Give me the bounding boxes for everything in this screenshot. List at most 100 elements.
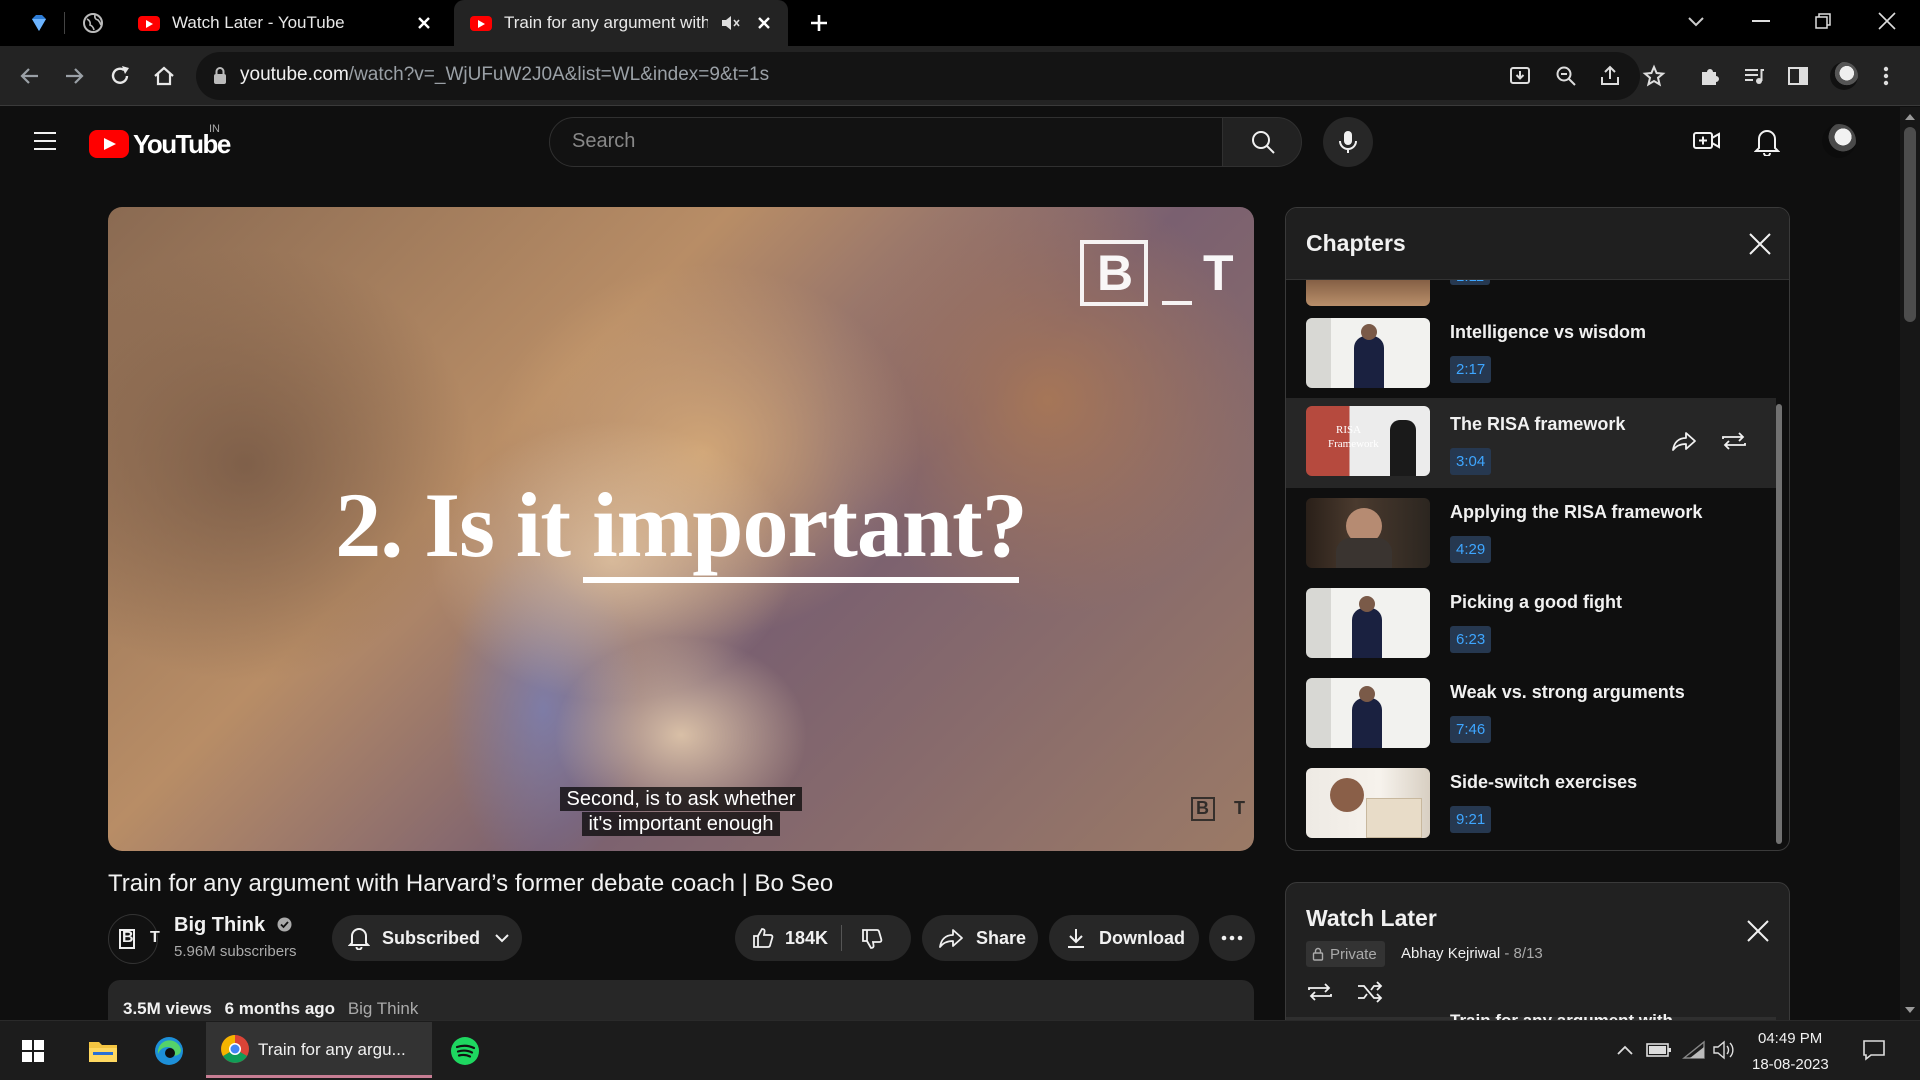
- close-tab-icon[interactable]: [414, 13, 434, 33]
- chapter-timestamp: 9:21: [1450, 806, 1492, 833]
- chapter-thumbnail: RISA Framework: [1306, 406, 1430, 476]
- minimize-icon[interactable]: [1752, 20, 1770, 22]
- battery-icon[interactable]: [1646, 1042, 1672, 1058]
- volume-icon[interactable]: [1712, 1040, 1736, 1060]
- bookmark-star-icon[interactable]: [1642, 64, 1666, 88]
- tab-search-chevron-icon[interactable]: [1686, 14, 1706, 30]
- youtube-logo[interactable]: YouTube IN: [89, 123, 249, 159]
- profile-avatar-icon[interactable]: [1830, 62, 1858, 90]
- tab-watch-later[interactable]: Watch Later - YouTube: [126, 0, 448, 46]
- channel-name[interactable]: Big Think: [174, 914, 292, 937]
- windows-start-icon[interactable]: [22, 1040, 44, 1062]
- view-count: 3.5M views: [123, 999, 212, 1018]
- share-page-icon[interactable]: [1598, 64, 1622, 88]
- create-video-icon[interactable]: [1692, 128, 1722, 154]
- chapter-item[interactable]: Weak vs. strong arguments 7:46: [1286, 674, 1776, 762]
- bigthink-watermark-large: B T: [1080, 240, 1234, 308]
- chapter-thumbnail: [1306, 678, 1430, 748]
- close-playlist-icon[interactable]: [1746, 919, 1770, 943]
- notification-center-icon[interactable]: [1862, 1038, 1886, 1062]
- subscribed-button[interactable]: Subscribed: [332, 915, 522, 961]
- download-label: Download: [1099, 927, 1185, 948]
- chapter-item[interactable]: Side-switch exercises 9:21: [1286, 764, 1776, 850]
- more-actions-button[interactable]: [1209, 915, 1255, 961]
- voice-search-button[interactable]: [1323, 117, 1373, 167]
- chapter-title: Applying the RISA framework: [1450, 502, 1703, 522]
- like-button[interactable]: 184K: [735, 915, 841, 961]
- zoom-icon[interactable]: [1554, 64, 1578, 88]
- download-button[interactable]: Download: [1049, 915, 1199, 961]
- restore-icon[interactable]: [1814, 12, 1832, 30]
- shuffle-icon[interactable]: [1356, 981, 1384, 1003]
- url-path: /watch?v=_WjUFuW2J0A&list=WL&index=9&t=1…: [348, 64, 770, 85]
- file-explorer-icon[interactable]: [88, 1038, 118, 1064]
- dislike-button[interactable]: [842, 915, 884, 961]
- close-chapters-icon[interactable]: [1748, 232, 1772, 256]
- page-scrollbar-thumb[interactable]: [1904, 127, 1916, 322]
- playlist-owner[interactable]: Abhay Kejriwal: [1401, 945, 1500, 962]
- chapter-item[interactable]: Intelligence vs wisdom 2:17: [1286, 314, 1776, 402]
- browser-tab-strip: Watch Later - YouTube Train for any argu…: [0, 0, 1920, 46]
- search-icon: [1252, 131, 1275, 154]
- lock-icon: [1312, 947, 1324, 961]
- share-chapter-icon[interactable]: [1671, 430, 1697, 452]
- tab-current-video[interactable]: Train for any argument with H: [454, 0, 788, 46]
- spotify-icon[interactable]: [450, 1036, 480, 1066]
- search-input[interactable]: [572, 130, 1192, 153]
- tab-label: Train for any argument with H: [504, 13, 708, 32]
- verified-badge-icon: [277, 917, 292, 932]
- edge-browser-icon[interactable]: [154, 1036, 184, 1066]
- media-control-icon[interactable]: [1742, 64, 1766, 88]
- chapters-scrollbar[interactable]: [1776, 404, 1782, 844]
- chapter-item[interactable]: Applying the RISA framework 4:29: [1286, 494, 1776, 582]
- search-button[interactable]: [1222, 117, 1302, 167]
- channel-avatar-text: B T: [122, 929, 166, 946]
- like-count: 184K: [785, 927, 829, 948]
- chrome-menu-icon[interactable]: [1882, 64, 1890, 88]
- share-button[interactable]: Share: [922, 915, 1038, 961]
- description-tag[interactable]: Big Think: [348, 999, 419, 1018]
- close-window-icon[interactable]: [1876, 10, 1898, 32]
- account-avatar[interactable]: [1822, 124, 1856, 158]
- bigthink-watermark-small: B T: [1191, 797, 1245, 823]
- chapter-thumbnail: [1306, 498, 1430, 568]
- reload-icon[interactable]: [108, 64, 132, 88]
- clock-date[interactable]: 18-08-2023: [1752, 1056, 1829, 1073]
- tray-expand-chevron-icon[interactable]: [1616, 1044, 1634, 1056]
- back-icon[interactable]: [18, 64, 42, 88]
- chapter-item-active[interactable]: RISA Framework The RISA framework 3:04: [1286, 398, 1776, 488]
- video-title: Train for any argument with Harvard’s fo…: [108, 870, 834, 897]
- watch-later-title[interactable]: Watch Later: [1306, 905, 1437, 932]
- headline-underline: [583, 577, 1019, 583]
- close-tab-icon[interactable]: [754, 13, 774, 33]
- taskbar-chrome-window[interactable]: Train for any argu...: [206, 1022, 432, 1078]
- url-text[interactable]: youtube.com/watch?v=_WjUFuW2J0A&list=WL&…: [240, 64, 769, 86]
- chapter-timestamp: 4:29: [1450, 536, 1492, 563]
- guide-menu-icon[interactable]: [32, 130, 58, 152]
- chapter-timestamp: 6:23: [1450, 626, 1492, 653]
- diamond-icon[interactable]: [28, 12, 50, 34]
- forward-icon[interactable]: [62, 64, 86, 88]
- new-tab-icon[interactable]: [808, 12, 830, 34]
- chrome-icon: [221, 1035, 249, 1063]
- home-icon[interactable]: [152, 64, 176, 88]
- globe-icon[interactable]: [82, 12, 104, 34]
- lock-icon[interactable]: [212, 66, 228, 86]
- loop-chapter-icon[interactable]: [1720, 430, 1748, 452]
- channel-avatar[interactable]: B T: [108, 914, 160, 964]
- speaker-muted-icon[interactable]: [720, 14, 740, 32]
- chapter-item[interactable]: Picking a good fight 6:23: [1286, 584, 1776, 672]
- side-panel-icon[interactable]: [1786, 64, 1810, 88]
- wifi-icon[interactable]: [1682, 1040, 1706, 1060]
- install-app-icon[interactable]: [1508, 64, 1532, 88]
- chapter-thumbnail: [1306, 318, 1430, 388]
- scroll-down-arrow-icon[interactable]: [1900, 1003, 1920, 1017]
- clock-time[interactable]: 04:49 PM: [1758, 1030, 1822, 1047]
- description-meta: 3.5M views 6 months ago Big Think: [123, 999, 418, 1019]
- loop-playlist-icon[interactable]: [1306, 981, 1334, 1003]
- notifications-bell-icon[interactable]: [1754, 126, 1780, 156]
- scroll-up-arrow-icon[interactable]: [1900, 110, 1920, 124]
- extensions-puzzle-icon[interactable]: [1698, 64, 1722, 88]
- video-player[interactable]: B T 2. Is it important? Second, is to as…: [108, 207, 1254, 851]
- chapter-thumbnail: [1306, 588, 1430, 658]
